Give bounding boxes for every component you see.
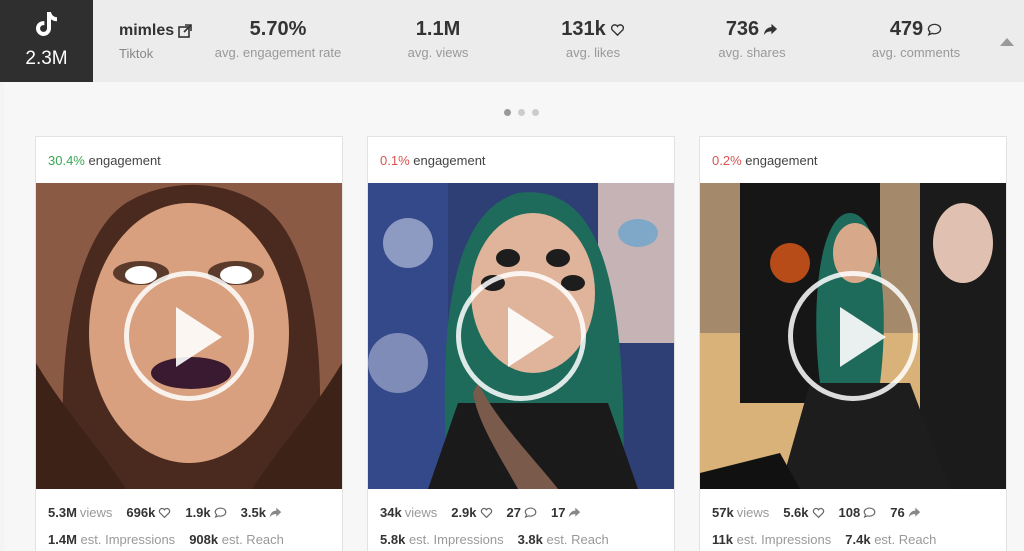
video-thumbnail[interactable] bbox=[368, 183, 674, 489]
shares-count: 17 bbox=[551, 505, 566, 520]
share-icon bbox=[908, 507, 920, 518]
engagement-percent: 0.2% bbox=[712, 153, 742, 168]
carousel-pagination bbox=[504, 109, 539, 116]
impressions-count: 1.4M bbox=[48, 532, 77, 547]
post-metrics: 34k views 2.9k 27 17 bbox=[380, 505, 581, 520]
post-engagement: 0.2% engagement bbox=[712, 153, 818, 168]
impressions-count: 11k bbox=[712, 532, 733, 547]
views-label: views bbox=[736, 505, 770, 520]
heart-icon bbox=[610, 24, 624, 37]
engagement-label: engagement bbox=[413, 153, 486, 168]
carousel-dot-3[interactable] bbox=[532, 109, 539, 116]
likes-count: 2.9k bbox=[451, 505, 477, 520]
views-count: 57k bbox=[712, 505, 734, 520]
stat-engagement-rate: 5.70% avg. engagement rate bbox=[213, 18, 343, 60]
comment-icon bbox=[927, 23, 942, 36]
likes-count: 5.6k bbox=[783, 505, 809, 520]
stat-comments: 479 avg. comments bbox=[866, 18, 966, 60]
post-metrics: 57k views 5.6k 108 76 bbox=[712, 505, 921, 520]
post-engagement: 0.1% engagement bbox=[380, 153, 486, 168]
impressions-count: 5.8k bbox=[380, 532, 406, 547]
platform-badge: 2.3M bbox=[0, 0, 93, 82]
play-button[interactable] bbox=[456, 271, 586, 401]
share-icon bbox=[764, 23, 778, 36]
post-engagement: 30.4% engagement bbox=[48, 153, 161, 168]
platform-name: Tiktok bbox=[119, 46, 154, 61]
impressions-label: est. Impressions bbox=[408, 532, 504, 547]
play-button[interactable] bbox=[124, 271, 254, 401]
shares-count: 3.5k bbox=[240, 505, 266, 520]
reach-count: 908k bbox=[189, 532, 219, 547]
stat-label: avg. shares bbox=[718, 45, 786, 60]
views-label: views bbox=[79, 505, 113, 520]
post-metrics: 5.3M views 696k 1.9k 3.5k bbox=[48, 505, 282, 520]
heart-icon bbox=[480, 507, 492, 519]
carousel-dot-1[interactable] bbox=[504, 109, 511, 116]
stat-label: avg. views bbox=[407, 45, 469, 60]
stat-label: avg. likes bbox=[565, 45, 621, 60]
comment-icon bbox=[863, 507, 876, 518]
play-icon bbox=[176, 307, 222, 367]
play-button[interactable] bbox=[788, 271, 918, 401]
stat-value: 5.70% bbox=[249, 18, 307, 40]
views-count: 34k bbox=[380, 505, 402, 520]
impressions-label: est. Impressions bbox=[736, 532, 832, 547]
comment-icon bbox=[214, 507, 227, 518]
stat-value: 479 bbox=[889, 18, 924, 40]
stat-value: 1.1M bbox=[415, 18, 461, 40]
stat-views: 1.1M avg. views bbox=[396, 18, 480, 60]
account-name: mimles bbox=[119, 22, 175, 39]
stat-value: 131k bbox=[561, 18, 606, 40]
reach-count: 7.4k bbox=[845, 532, 871, 547]
impressions-label: est. Impressions bbox=[80, 532, 176, 547]
video-thumbnail[interactable] bbox=[36, 183, 342, 489]
post-card[interactable]: 0.1% engagement 34k views 2.9k 27 17 5.8k… bbox=[367, 136, 675, 551]
views-count: 5.3M bbox=[48, 505, 77, 520]
comments-count: 108 bbox=[838, 505, 861, 520]
post-estimates: 11k est. Impressions 7.4k est. Reach bbox=[712, 532, 936, 547]
reach-label: est. Reach bbox=[874, 532, 937, 547]
stat-value: 736 bbox=[725, 18, 760, 40]
shares-count: 76 bbox=[890, 505, 905, 520]
stat-shares: 736 avg. shares bbox=[712, 18, 792, 60]
heart-icon bbox=[812, 507, 824, 519]
stat-likes: 131k avg. likes bbox=[550, 18, 636, 60]
account-info: mimles Tiktok bbox=[119, 22, 192, 61]
reach-label: est. Reach bbox=[546, 532, 609, 547]
views-label: views bbox=[404, 505, 438, 520]
video-thumbnail[interactable] bbox=[700, 183, 1006, 489]
play-icon bbox=[840, 307, 886, 367]
post-estimates: 1.4M est. Impressions 908k est. Reach bbox=[48, 532, 284, 547]
post-estimates: 5.8k est. Impressions 3.8k est. Reach bbox=[380, 532, 609, 547]
stat-label: avg. engagement rate bbox=[214, 45, 342, 60]
follower-count: 2.3M bbox=[25, 48, 68, 69]
share-icon bbox=[569, 507, 581, 518]
comment-icon bbox=[524, 507, 537, 518]
post-card[interactable]: 0.2% engagement 57k views 5.6k 108 76 11k… bbox=[699, 136, 1007, 551]
share-icon bbox=[269, 507, 282, 518]
carousel-dot-2[interactable] bbox=[518, 109, 525, 116]
stat-label: avg. comments bbox=[871, 45, 961, 60]
engagement-label: engagement bbox=[88, 153, 161, 168]
tiktok-logo-icon bbox=[36, 12, 57, 36]
account-name-link[interactable]: mimles bbox=[119, 22, 192, 40]
reach-count: 3.8k bbox=[517, 532, 543, 547]
likes-count: 696k bbox=[126, 505, 156, 520]
reach-label: est. Reach bbox=[221, 532, 284, 547]
heart-icon bbox=[159, 507, 171, 519]
engagement-label: engagement bbox=[745, 153, 818, 168]
post-card[interactable]: 30.4% engagement 5.3M views 696k 1.9k 3.5… bbox=[35, 136, 343, 551]
comments-count: 1.9k bbox=[185, 505, 211, 520]
engagement-percent: 30.4% bbox=[48, 153, 85, 168]
comments-count: 27 bbox=[506, 505, 521, 520]
play-icon bbox=[508, 307, 554, 367]
collapse-chevron-up-icon[interactable] bbox=[999, 36, 1015, 48]
external-link-icon[interactable] bbox=[178, 24, 192, 38]
profile-header: 2.3M mimles Tiktok 5.70% avg. engagement… bbox=[0, 0, 1024, 82]
engagement-percent: 0.1% bbox=[380, 153, 410, 168]
